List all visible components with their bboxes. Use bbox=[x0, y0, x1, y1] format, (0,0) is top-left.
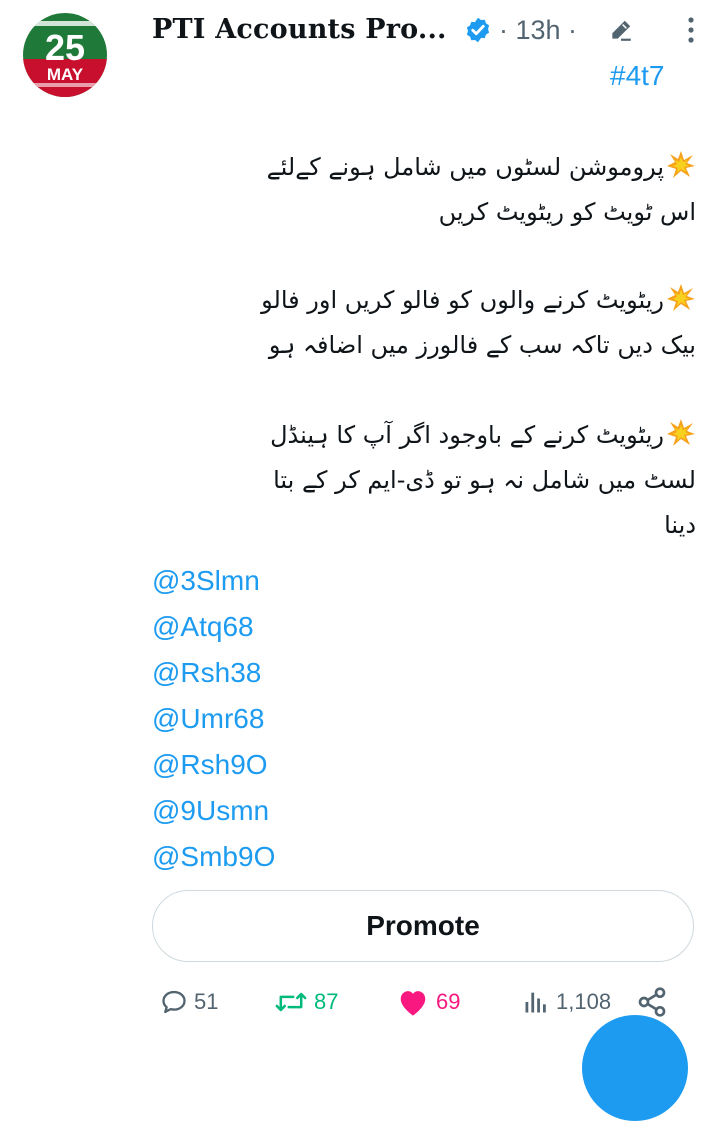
more-options-icon[interactable] bbox=[677, 14, 705, 46]
mention-link[interactable]: @Smb9O bbox=[152, 834, 275, 880]
retweet-button[interactable]: 87 bbox=[274, 982, 338, 1022]
like-count: 69 bbox=[436, 989, 461, 1014]
reply-icon bbox=[162, 990, 186, 1014]
mention-link[interactable]: @9Usmn bbox=[152, 788, 275, 834]
tweet-line: ریٹویٹ کرنے کے باوجود اگر آپ کا ہینڈل bbox=[136, 413, 696, 458]
mention-link[interactable]: @Rsh9O bbox=[152, 742, 275, 788]
tweet-text: ریٹویٹ کرنے والوں کو فالو کریں اور فالو bbox=[261, 286, 664, 314]
mention-link[interactable]: @Rsh38 bbox=[152, 650, 275, 696]
hashtag-link[interactable]: #4t7 bbox=[610, 58, 665, 94]
tweet-line: ریٹویٹ کرنے والوں کو فالو کریں اور فالو bbox=[136, 278, 696, 323]
share-icon bbox=[638, 987, 666, 1017]
tweet-time[interactable]: · 13h · bbox=[499, 8, 577, 52]
mention-link[interactable]: @3Slmn bbox=[152, 558, 275, 604]
retweet-icon bbox=[275, 992, 307, 1012]
collision-burst-icon bbox=[667, 151, 695, 178]
views-button[interactable]: 1,108 bbox=[522, 982, 611, 1022]
tweet-text: ریٹویٹ کرنے کے باوجود اگر آپ کا ہینڈل bbox=[270, 421, 664, 449]
edit-icon bbox=[612, 20, 631, 41]
tweet-text: اس ٹویٹ کو ریٹویٹ کریں bbox=[438, 198, 696, 226]
tweet-text: بیک دیں تاکہ سب کے فالورز میں اضافہ ہو bbox=[268, 331, 696, 359]
heart-icon bbox=[400, 991, 426, 1016]
retweet-count: 87 bbox=[314, 989, 339, 1014]
tweet-line: پروموشن لسٹوں میں شامل ہونے کےلئے bbox=[136, 145, 696, 190]
views-count: 1,108 bbox=[556, 989, 612, 1014]
reply-count: 51 bbox=[194, 989, 219, 1014]
reply-button[interactable]: 51 bbox=[160, 982, 218, 1022]
tweet-text: دینا bbox=[664, 511, 696, 539]
mention-link[interactable]: @Atq68 bbox=[152, 604, 275, 650]
tweet-line: لسٹ میں شامل نہ ہو تو ڈی-ایم کر کے بتا bbox=[136, 458, 696, 503]
avatar-month: MAY bbox=[47, 65, 84, 84]
like-button[interactable]: 69 bbox=[396, 982, 460, 1022]
tweet-paragraph-1: پروموشن لسٹوں میں شامل ہونے کےلئے اس ٹوی… bbox=[136, 145, 696, 235]
collision-burst-icon bbox=[667, 284, 695, 311]
tweet-line: دینا bbox=[136, 503, 696, 548]
views-chart-icon bbox=[525, 992, 546, 1013]
tweet-paragraph-3: ریٹویٹ کرنے کے باوجود اگر آپ کا ہینڈل لس… bbox=[136, 413, 696, 548]
mention-list: @3Slmn @Atq68 @Rsh38 @Umr68 @Rsh9O @9Usm… bbox=[152, 558, 275, 880]
avatar-number: 25 bbox=[45, 27, 85, 68]
tweet-paragraph-2: ریٹویٹ کرنے والوں کو فالو کریں اور فالو … bbox=[136, 278, 696, 368]
display-name[interactable]: PTI Accounts Pro... bbox=[152, 8, 447, 52]
tweet-text: لسٹ میں شامل نہ ہو تو ڈی-ایم کر کے بتا bbox=[273, 466, 696, 494]
tweet-line: اس ٹویٹ کو ریٹویٹ کریں bbox=[136, 190, 696, 235]
tweet-actions: 51 87 69 1,108 bbox=[152, 982, 692, 1022]
avatar[interactable]: 25 MAY bbox=[23, 13, 107, 97]
verified-badge-icon bbox=[466, 17, 490, 43]
tweet-header: PTI Accounts Pro... · 13h · bbox=[152, 8, 712, 52]
promote-button[interactable]: Promote bbox=[152, 890, 694, 962]
tweet-text: پروموشن لسٹوں میں شامل ہونے کےلئے bbox=[266, 153, 664, 181]
collision-burst-icon bbox=[667, 419, 695, 446]
mention-link[interactable]: @Umr68 bbox=[152, 696, 275, 742]
tweet-line: بیک دیں تاکہ سب کے فالورز میں اضافہ ہو bbox=[136, 323, 696, 368]
compose-fab[interactable] bbox=[582, 1015, 688, 1121]
